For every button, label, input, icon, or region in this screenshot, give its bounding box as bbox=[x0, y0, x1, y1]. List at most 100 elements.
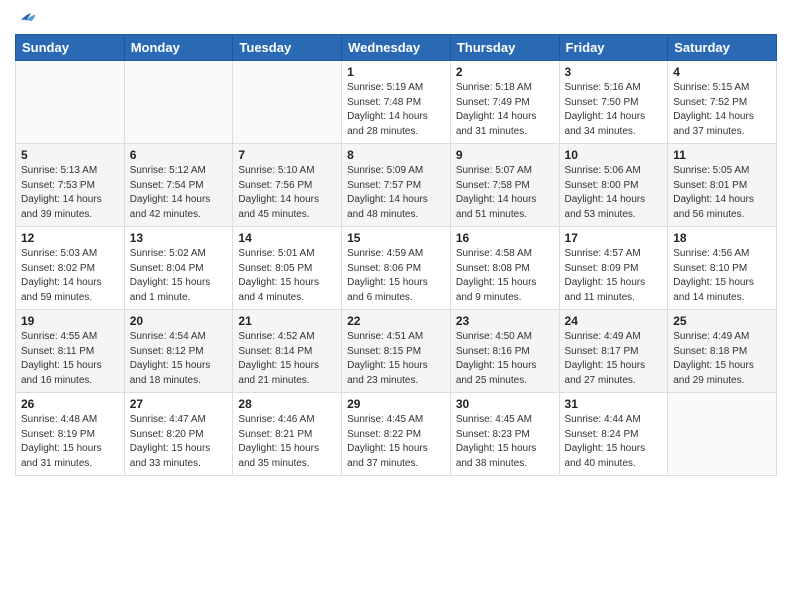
day-info: Sunrise: 4:59 AMSunset: 8:06 PMDaylight:… bbox=[347, 247, 445, 305]
logo bbox=[15, 10, 41, 28]
weekday-header-thursday: Thursday bbox=[450, 35, 559, 61]
day-info: Sunrise: 4:45 AMSunset: 8:22 PMDaylight:… bbox=[347, 413, 445, 471]
weekday-header-tuesday: Tuesday bbox=[233, 35, 342, 61]
calendar-cell: 24Sunrise: 4:49 AMSunset: 8:17 PMDayligh… bbox=[559, 310, 668, 393]
calendar-week-row: 12 Sunrise: 5:03 AM Sunset: 8:02 PM Dayligh… bbox=[16, 227, 777, 310]
logo-icon bbox=[15, 10, 37, 28]
calendar-cell: 10Sunrise: 5:06 AMSunset: 8:00 PMDayligh… bbox=[559, 144, 668, 227]
sunrise-text: Sunrise: 5:03 AM bbox=[21, 248, 97, 259]
sunrise-text: Sunrise: 4:55 AM bbox=[21, 331, 97, 342]
daylight-text: Daylight: 14 hours and 34 minutes. bbox=[565, 111, 646, 137]
daylight-text: Daylight: 14 hours and 42 minutes. bbox=[130, 194, 211, 220]
sunset-text: Sunset: 8:02 PM bbox=[21, 263, 95, 274]
day-number: 14 bbox=[238, 231, 336, 245]
day-info: Sunrise: 5:12 AMSunset: 7:54 PMDaylight:… bbox=[130, 164, 228, 222]
calendar-cell: 18Sunrise: 4:56 AMSunset: 8:10 PMDayligh… bbox=[668, 227, 777, 310]
day-number: 25 bbox=[673, 314, 771, 328]
daylight-text: Daylight: 14 hours and 37 minutes. bbox=[673, 111, 754, 137]
daylight-text: Daylight: 15 hours and 4 minutes. bbox=[238, 277, 319, 303]
sunrise-text: Sunrise: 5:02 AM bbox=[130, 248, 206, 259]
day-info: Sunrise: 4:51 AMSunset: 8:15 PMDaylight:… bbox=[347, 330, 445, 388]
day-info: Sunrise: 4:48 AMSunset: 8:19 PMDaylight:… bbox=[21, 413, 119, 471]
calendar-cell: 9Sunrise: 5:07 AMSunset: 7:58 PMDaylight… bbox=[450, 144, 559, 227]
weekday-header-saturday: Saturday bbox=[668, 35, 777, 61]
daylight-text: Daylight: 15 hours and 16 minutes. bbox=[21, 360, 102, 386]
sunrise-text: Sunrise: 4:50 AM bbox=[456, 331, 532, 342]
day-info: Sunrise: 4:58 AMSunset: 8:08 PMDaylight:… bbox=[456, 247, 554, 305]
sunset-text: Sunset: 8:22 PM bbox=[347, 429, 421, 440]
daylight-text: Daylight: 15 hours and 40 minutes. bbox=[565, 443, 646, 469]
sunrise-text: Sunrise: 5:19 AM bbox=[347, 82, 423, 93]
day-number: 17 bbox=[565, 231, 663, 245]
day-number: 26 bbox=[21, 397, 119, 411]
day-info: Sunrise: 5:06 AMSunset: 8:00 PMDaylight:… bbox=[565, 164, 663, 222]
sunset-text: Sunset: 8:09 PM bbox=[565, 263, 639, 274]
day-info: Sunrise: 4:45 AMSunset: 8:23 PMDaylight:… bbox=[456, 413, 554, 471]
day-info: Sunrise: 5:07 AMSunset: 7:58 PMDaylight:… bbox=[456, 164, 554, 222]
day-info: Sunrise: 4:54 AMSunset: 8:12 PMDaylight:… bbox=[130, 330, 228, 388]
day-number: 21 bbox=[238, 314, 336, 328]
day-number: 19 bbox=[21, 314, 119, 328]
day-number: 4 bbox=[673, 65, 771, 79]
calendar-week-row: 1Sunrise: 5:19 AMSunset: 7:48 PMDaylight… bbox=[16, 61, 777, 144]
daylight-text: Daylight: 14 hours and 48 minutes. bbox=[347, 194, 428, 220]
calendar-cell bbox=[16, 61, 125, 144]
sunrise-text: Sunrise: 4:59 AM bbox=[347, 248, 423, 259]
day-info: Sunrise: 4:49 AMSunset: 8:17 PMDaylight:… bbox=[565, 330, 663, 388]
sunset-text: Sunset: 8:12 PM bbox=[130, 346, 204, 357]
calendar-cell: 25Sunrise: 4:49 AMSunset: 8:18 PMDayligh… bbox=[668, 310, 777, 393]
calendar-cell: 14Sunrise: 5:01 AMSunset: 8:05 PMDayligh… bbox=[233, 227, 342, 310]
sunrise-text: Sunrise: 4:47 AM bbox=[130, 414, 206, 425]
calendar-cell: 1Sunrise: 5:19 AMSunset: 7:48 PMDaylight… bbox=[342, 61, 451, 144]
day-info: Sunrise: 4:52 AMSunset: 8:14 PMDaylight:… bbox=[238, 330, 336, 388]
day-info: Sunrise: 5:02 AMSunset: 8:04 PMDaylight:… bbox=[130, 247, 228, 305]
day-info: Sunrise: 5:09 AM Sunset: 7:57 PM Daylight:… bbox=[347, 164, 445, 222]
calendar-cell: 17Sunrise: 4:57 AMSunset: 8:09 PMDayligh… bbox=[559, 227, 668, 310]
day-info: Sunrise: 5:18 AMSunset: 7:49 PMDaylight:… bbox=[456, 81, 554, 139]
sunrise-text: Sunrise: 5:01 AM bbox=[238, 248, 314, 259]
day-number: 3 bbox=[565, 65, 663, 79]
daylight-text: Daylight: 15 hours and 6 minutes. bbox=[347, 277, 428, 303]
daylight-text: Daylight: 15 hours and 27 minutes. bbox=[565, 360, 646, 386]
calendar-cell: 31Sunrise: 4:44 AMSunset: 8:24 PMDayligh… bbox=[559, 393, 668, 476]
sunset-text: Sunset: 7:53 PM bbox=[21, 180, 95, 191]
day-number: 2 bbox=[456, 65, 554, 79]
day-number: 11 bbox=[673, 148, 771, 162]
day-info: Sunrise: 4:55 AMSunset: 8:11 PMDaylight:… bbox=[21, 330, 119, 388]
sunrise-text: Sunrise: 5:12 AM bbox=[130, 165, 206, 176]
calendar-cell: 2 Sunrise: 5:18 AMSunset: 7:49 PMDaylight… bbox=[450, 61, 559, 144]
sunset-text: Sunset: 7:48 PM bbox=[347, 97, 421, 108]
calendar-cell: 4 Sunrise: 5:15 AMSunset: 7:52 PMDaylight… bbox=[668, 61, 777, 144]
calendar-cell: 26 Sunrise: 4:48 AMSunset: 8:19 PMDayligh… bbox=[16, 393, 125, 476]
sunset-text: Sunset: 8:04 PM bbox=[130, 263, 204, 274]
sunset-text: Sunset: 7:57 PM bbox=[347, 180, 421, 191]
sunset-text: Sunset: 8:21 PM bbox=[238, 429, 312, 440]
daylight-text: Daylight: 15 hours and 11 minutes. bbox=[565, 277, 646, 303]
day-info: Sunrise: 4:47 AMSunset: 8:20 PMDaylight:… bbox=[130, 413, 228, 471]
day-info: Sunrise: 5:15 AMSunset: 7:52 PMDaylight:… bbox=[673, 81, 771, 139]
calendar-cell: 29Sunrise: 4:45 AMSunset: 8:22 PMDayligh… bbox=[342, 393, 451, 476]
sunrise-text: Sunrise: 4:56 AM bbox=[673, 248, 749, 259]
day-number: 15 bbox=[347, 231, 445, 245]
sunrise-text: Sunrise: 5:16 AM bbox=[565, 82, 641, 93]
calendar-week-row: 5Sunrise: 5:13 AMSunset: 7:53 PMDaylight… bbox=[16, 144, 777, 227]
sunrise-text: Sunrise: 4:46 AM bbox=[238, 414, 314, 425]
calendar-cell: 15 Sunrise: 4:59 AMSunset: 8:06 PMDayligh… bbox=[342, 227, 451, 310]
sunrise-text: Sunrise: 5:09 AM bbox=[347, 165, 423, 176]
calendar-cell: 3Sunrise: 5:16 AMSunset: 7:50 PMDaylight… bbox=[559, 61, 668, 144]
sunrise-text: Sunrise: 4:45 AM bbox=[456, 414, 532, 425]
day-number: 8 bbox=[347, 148, 445, 162]
calendar-cell: 23Sunrise: 4:50 AMSunset: 8:16 PMDayligh… bbox=[450, 310, 559, 393]
daylight-text: Daylight: 14 hours and 51 minutes. bbox=[456, 194, 537, 220]
weekday-header-sunday: Sunday bbox=[16, 35, 125, 61]
daylight-text: Daylight: 15 hours and 29 minutes. bbox=[673, 360, 754, 386]
calendar-cell: 27Sunrise: 4:47 AMSunset: 8:20 PMDayligh… bbox=[124, 393, 233, 476]
daylight-text: Daylight: 15 hours and 18 minutes. bbox=[130, 360, 211, 386]
calendar-cell bbox=[668, 393, 777, 476]
day-number: 12 bbox=[21, 231, 119, 245]
daylight-text: Daylight: 14 hours and 31 minutes. bbox=[456, 111, 537, 137]
sunset-text: Sunset: 8:14 PM bbox=[238, 346, 312, 357]
day-number: 31 bbox=[565, 397, 663, 411]
day-number: 6 bbox=[130, 148, 228, 162]
daylight-text: Daylight: 15 hours and 14 minutes. bbox=[673, 277, 754, 303]
